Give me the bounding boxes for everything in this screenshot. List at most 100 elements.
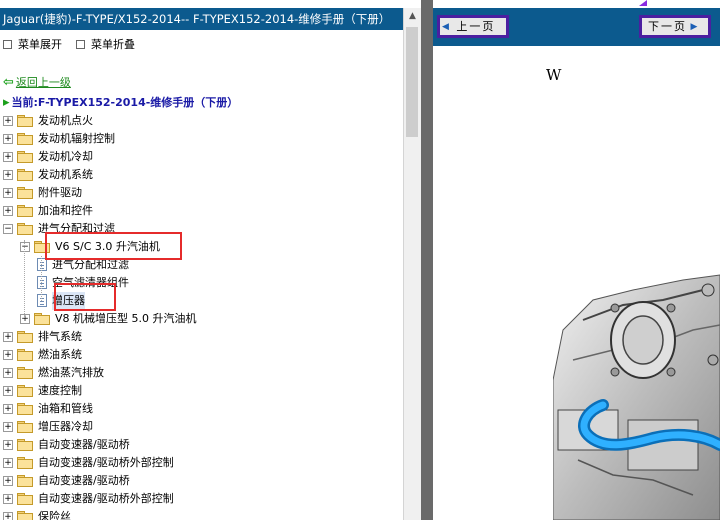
tree-connector-line	[24, 240, 25, 320]
tree-folder-item[interactable]: + 自动变速器/驱动桥	[0, 436, 400, 454]
next-page-button[interactable]: 下一页 ▶	[639, 15, 711, 38]
tree-item-label: 增压器冷却	[38, 420, 93, 433]
collapse-toggle-icon[interactable]: −	[20, 242, 30, 252]
cursor-marker-icon	[639, 0, 647, 6]
folder-icon	[17, 385, 33, 397]
collapse-all-icon	[76, 39, 85, 49]
expand-toggle-icon[interactable]: +	[3, 476, 13, 486]
expand-toggle-icon[interactable]: +	[3, 422, 13, 432]
menu-collapse-button[interactable]: 菜单折叠	[76, 36, 135, 54]
expand-toggle-icon[interactable]: +	[3, 152, 13, 162]
tree-folder-item[interactable]: + 附件驱动	[0, 184, 400, 202]
expand-toggle-icon[interactable]: +	[3, 512, 13, 520]
prev-arrow-icon: ◀	[442, 21, 449, 32]
tree-folder-item[interactable]: + 增压器冷却	[0, 418, 400, 436]
expand-toggle-icon[interactable]: +	[3, 368, 13, 378]
expand-toggle-icon[interactable]: +	[3, 116, 13, 126]
tree-item-label: 自动变速器/驱动桥外部控制	[38, 456, 174, 469]
current-location-label: 当前:F-TYPEX152-2014-维修手册（下册）	[11, 96, 239, 109]
scroll-up-arrow-icon[interactable]: ▲	[404, 8, 421, 25]
document-icon	[37, 276, 47, 289]
page-letter: W	[546, 66, 562, 84]
tree-item-label: 燃油系统	[38, 348, 82, 361]
tree-item-label: 加油和控件	[38, 204, 93, 217]
expand-toggle-icon[interactable]: +	[20, 314, 30, 324]
folder-icon	[17, 475, 33, 487]
tree-connector-line	[41, 256, 42, 301]
tree-item-label: 速度控制	[38, 384, 82, 397]
tree-folder-item[interactable]: + 发动机点火	[0, 112, 400, 130]
folder-icon	[17, 439, 33, 451]
tree-item-label: 自动变速器/驱动桥外部控制	[38, 492, 174, 505]
back-link-label: 返回上一级	[15, 76, 71, 89]
tree-item-label: 自动变速器/驱动桥	[38, 474, 130, 487]
expand-toggle-icon[interactable]: +	[3, 206, 13, 216]
folder-icon	[17, 421, 33, 433]
folder-icon	[34, 313, 50, 325]
expand-toggle-icon[interactable]: +	[3, 350, 13, 360]
prev-page-button[interactable]: ◀ 上一页	[437, 15, 509, 38]
expand-toggle-icon[interactable]: +	[3, 404, 13, 414]
menu-collapse-label: 菜单折叠	[91, 38, 135, 51]
folder-icon	[17, 205, 33, 217]
tree-item-label: 发动机辐射控制	[38, 132, 115, 145]
tree-folder-item[interactable]: + 发动机冷却	[0, 148, 400, 166]
folder-icon	[17, 457, 33, 469]
expand-toggle-icon[interactable]: +	[3, 332, 13, 342]
folder-icon	[17, 349, 33, 361]
tree-folder-item[interactable]: + 排气系统	[0, 328, 400, 346]
tree-item-label: 自动变速器/驱动桥	[38, 438, 130, 451]
tree-folder-item[interactable]: + 速度控制	[0, 382, 400, 400]
tree-folder-item[interactable]: + 保险丝	[0, 508, 400, 520]
folder-icon	[17, 223, 33, 235]
supercharger-illustration	[553, 274, 720, 520]
back-arrow-icon: ⇦	[3, 75, 14, 90]
back-link[interactable]: ⇦ 返回上一级	[3, 74, 71, 90]
expand-toggle-icon[interactable]: +	[3, 440, 13, 450]
tree-folder-item[interactable]: + V8 机械增压型 5.0 升汽油机	[0, 310, 400, 328]
tree-folder-item[interactable]: + 油箱和管线	[0, 400, 400, 418]
expand-toggle-icon[interactable]: +	[3, 386, 13, 396]
folder-icon	[17, 115, 33, 127]
tree-item-label: V8 机械增压型 5.0 升汽油机	[55, 312, 197, 325]
tree-folder-item[interactable]: + 自动变速器/驱动桥外部控制	[0, 454, 400, 472]
tree-item-label: 发动机系统	[38, 168, 93, 181]
next-arrow-icon: ▶	[690, 21, 698, 32]
menu-expand-button[interactable]: 菜单展开	[3, 36, 62, 54]
tree-item-label: 发动机点火	[38, 114, 93, 127]
tree-panel: Jaguar(捷豹)-F-TYPE/X152-2014-- F-TYPEX152…	[0, 0, 421, 520]
tree-item-label: 保险丝	[38, 510, 71, 520]
expand-toggle-icon[interactable]: +	[3, 458, 13, 468]
folder-icon	[17, 169, 33, 181]
next-page-label: 下一页	[648, 20, 687, 33]
tree-folder-item[interactable]: + 加油和控件	[0, 202, 400, 220]
tree-folder-item[interactable]: + 自动变速器/驱动桥	[0, 472, 400, 490]
manual-title: Jaguar(捷豹)-F-TYPE/X152-2014-- F-TYPEX152…	[3, 12, 391, 26]
folder-icon	[17, 133, 33, 145]
folder-icon	[17, 187, 33, 199]
highlight-box-v6	[45, 232, 182, 260]
folder-icon	[17, 151, 33, 163]
tree-folder-item[interactable]: + 燃油系统	[0, 346, 400, 364]
expand-toggle-icon[interactable]: +	[3, 134, 13, 144]
tree-item-label: 发动机冷却	[38, 150, 93, 163]
page-nav-bar: ◀ 上一页 下一页 ▶	[433, 8, 720, 46]
tree-item-label: 油箱和管线	[38, 402, 93, 415]
manual-title-bar: Jaguar(捷豹)-F-TYPE/X152-2014-- F-TYPEX152…	[0, 8, 403, 30]
collapse-toggle-icon[interactable]: −	[3, 224, 13, 234]
panel-divider[interactable]	[421, 0, 433, 520]
tree-item-label: 排气系统	[38, 330, 82, 343]
tree-folder-item[interactable]: + 自动变速器/驱动桥外部控制	[0, 490, 400, 508]
scrollbar-thumb[interactable]	[406, 27, 418, 137]
expand-all-icon	[3, 39, 12, 49]
tree-folder-item[interactable]: + 燃油蒸汽排放	[0, 364, 400, 382]
menu-expand-label: 菜单展开	[18, 38, 62, 51]
vertical-scrollbar[interactable]: ▲	[403, 8, 421, 520]
expand-toggle-icon[interactable]: +	[3, 170, 13, 180]
expand-toggle-icon[interactable]: +	[3, 188, 13, 198]
folder-icon	[17, 493, 33, 505]
tree-folder-item[interactable]: + 发动机系统	[0, 166, 400, 184]
expand-toggle-icon[interactable]: +	[3, 494, 13, 504]
tree-folder-item[interactable]: + 发动机辐射控制	[0, 130, 400, 148]
folder-icon	[17, 511, 33, 520]
